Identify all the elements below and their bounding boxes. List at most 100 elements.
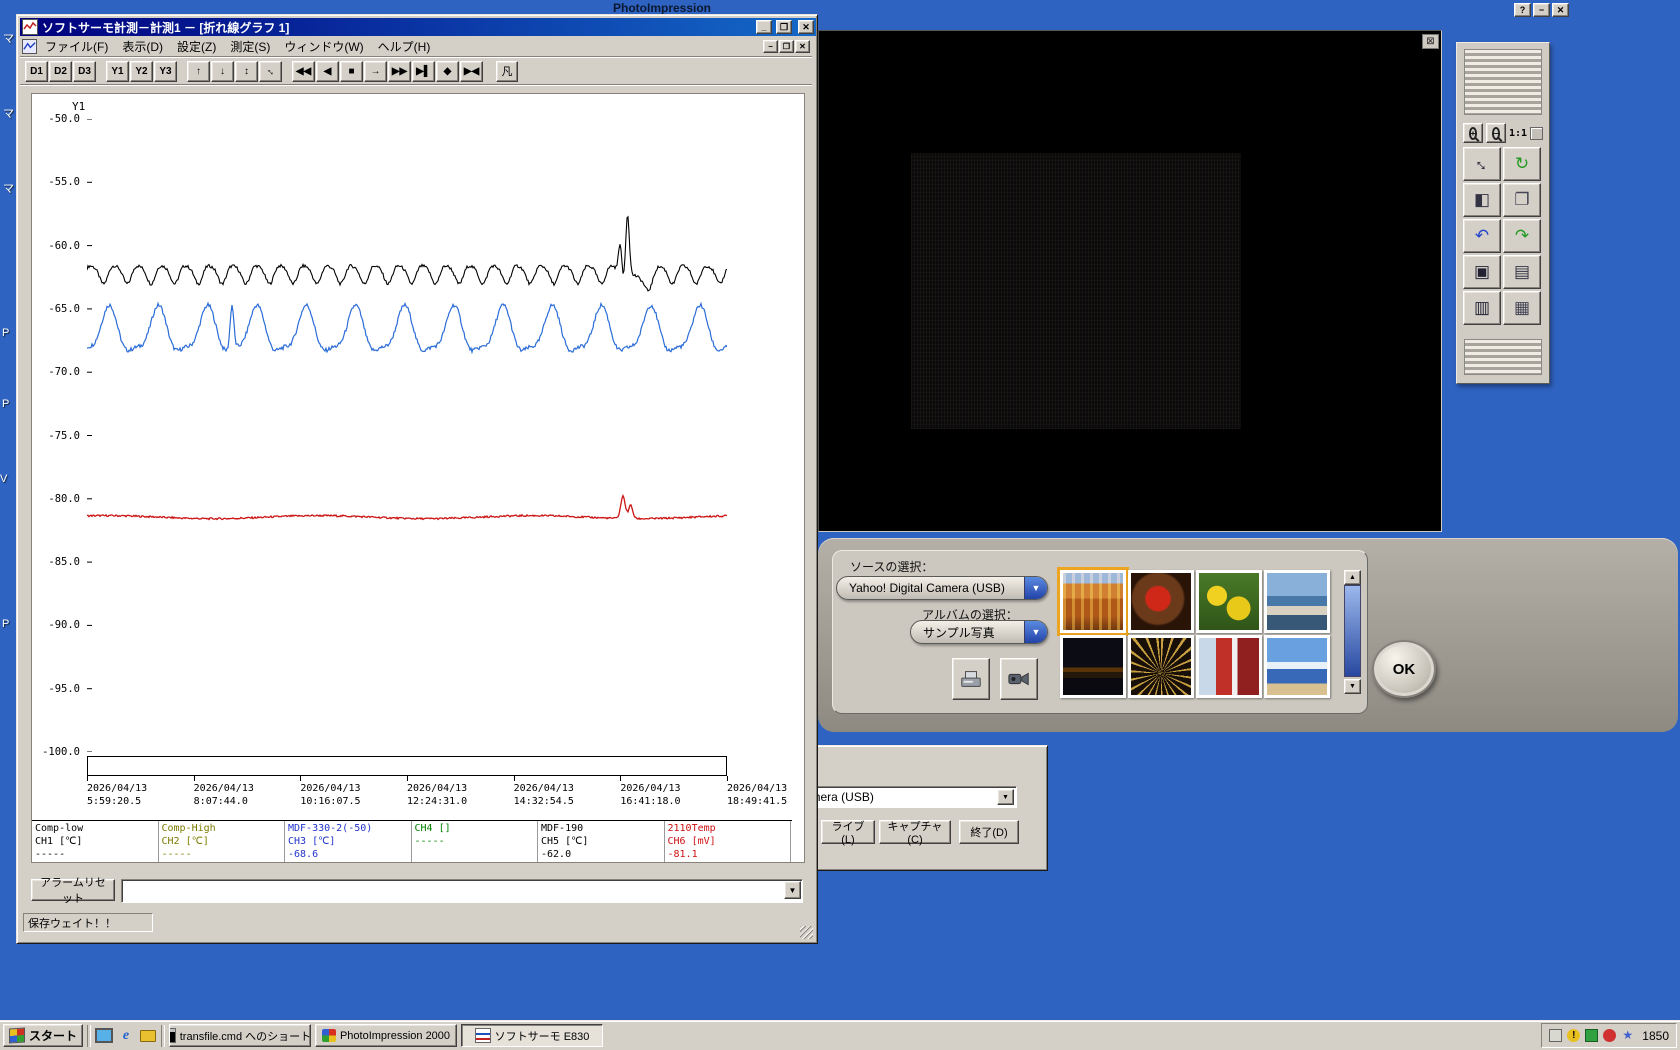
internet-explorer-icon[interactable]	[117, 1027, 135, 1045]
toolbar-d2-button[interactable]: D2	[49, 60, 72, 82]
channel-legend-table: Comp-low CH1 [℃] ----- Comp-High CH2 [℃] ---…	[32, 820, 792, 862]
restore-button[interactable]: ❐	[776, 20, 792, 34]
chevron-down-icon[interactable]: ▼	[784, 881, 801, 899]
thumbnail-yellow-flowers[interactable]	[1196, 570, 1262, 633]
pan-down-button[interactable]: ↓	[211, 60, 234, 82]
chevron-down-icon[interactable]: ▼	[997, 789, 1014, 805]
album-select-dropdown[interactable]: サンプル写真 ▼	[910, 620, 1048, 644]
scanner-source-button[interactable]	[952, 658, 990, 700]
thumbnail-rock-spires[interactable]	[1057, 567, 1129, 636]
toolbar-y3-button[interactable]: Y3	[154, 60, 177, 82]
show-desktop-icon[interactable]	[95, 1027, 114, 1045]
x-tick-time: 8:07:44.0	[193, 796, 248, 807]
close-button[interactable]: ✕	[1552, 3, 1569, 17]
thumbnail-night-city[interactable]	[1060, 635, 1126, 698]
scroll-up-button[interactable]: ▲	[1344, 570, 1361, 585]
toolbar-d1-button[interactable]: D1	[25, 60, 48, 82]
undo-button[interactable]: ↶	[1463, 219, 1501, 253]
menu-settings[interactable]: 設定(Z)	[170, 36, 223, 57]
palette-grip[interactable]	[1464, 49, 1542, 115]
toolbar-d3-button[interactable]: D3	[73, 60, 96, 82]
help-button[interactable]: ?	[1514, 3, 1531, 17]
task-button-cmd[interactable]: transfile.cmd へのショート...	[169, 1024, 312, 1047]
photoimpression-title-fragment: PhotoImpression	[613, 1, 712, 14]
chevron-down-icon[interactable]: ▼	[1024, 577, 1047, 599]
source-select-dropdown[interactable]: Yahoo! Digital Camera (USB) ▼	[836, 576, 1048, 600]
menu-file[interactable]: ファイル(F)	[38, 36, 115, 57]
mdi-close-button[interactable]: ✕	[795, 40, 810, 53]
rotate-button[interactable]: ↻	[1503, 147, 1541, 181]
x-tick-label: 2026/04/13 16:41:18.0	[620, 776, 710, 808]
menu-window[interactable]: ウィンドウ(W)	[277, 36, 370, 57]
flip-horizontal-button[interactable]: ◧	[1463, 183, 1501, 217]
new-window-button[interactable]: ❐	[1503, 183, 1541, 217]
album-select-value: サンプル写真	[923, 625, 995, 640]
fit-window-icon[interactable]	[1530, 126, 1543, 140]
toolbar-y2-button[interactable]: Y2	[130, 60, 153, 82]
desktop-icon-label-fragment: マ	[3, 108, 14, 120]
capture-button[interactable]: キャプチャ(C)	[879, 820, 951, 846]
fast-forward-button[interactable]: ▶▶	[388, 60, 411, 82]
redo-button[interactable]: ↷	[1503, 219, 1541, 253]
close-button[interactable]: ✕	[798, 20, 814, 34]
minimize-button[interactable]: _	[756, 20, 772, 34]
task-button-thermo[interactable]: ソフトサーモ E830	[461, 1024, 604, 1047]
alarm-reset-button[interactable]: アラームリセット	[31, 877, 115, 905]
network-tray-icon[interactable]	[1585, 1029, 1599, 1042]
mdi-minimize-button[interactable]: −	[763, 40, 778, 53]
legend-toggle-button[interactable]: 凡	[496, 60, 518, 82]
paste-button[interactable]: ▤	[1503, 255, 1541, 289]
skip-end-button[interactable]: ▶▌	[412, 60, 435, 82]
thumbnail-lighthouse-ship[interactable]	[1196, 635, 1262, 698]
task-button-photo[interactable]: PhotoImpression 2000	[315, 1024, 458, 1047]
minimize-button[interactable]: −	[1533, 3, 1550, 17]
x-tick-label: 2026/04/13 18:49:41.5	[727, 776, 804, 808]
rewind-button[interactable]: ◀◀	[292, 60, 315, 82]
thumbnail-coastal-beach[interactable]	[1264, 635, 1330, 698]
mail-icon[interactable]	[139, 1027, 157, 1045]
exit-button[interactable]: 終了(D)	[959, 820, 1019, 844]
printer-tray-icon[interactable]	[1549, 1029, 1563, 1042]
thumbnail-harbor-boats[interactable]	[1264, 570, 1330, 633]
ok-button[interactable]: OK	[1372, 640, 1436, 698]
zoom-in-button[interactable]: +	[1463, 123, 1483, 143]
preview-close-icon[interactable]: ⊠	[1422, 34, 1439, 49]
warning-tray-icon[interactable]	[1567, 1029, 1581, 1042]
app-icon	[22, 19, 38, 35]
stop-button[interactable]: ■	[340, 60, 363, 82]
line-chart-panel: Y1 -50.0 -55.0 -60.0 -65.0 -70.0 -75.0 -80.0 -8…	[31, 93, 805, 863]
mdi-restore-button[interactable]: ❐	[779, 40, 794, 53]
print-button[interactable]: ▥	[1463, 291, 1501, 325]
copy-button[interactable]: ▣	[1463, 255, 1501, 289]
thumbnail-cardinal-bird[interactable]	[1128, 570, 1194, 633]
grid-view-button[interactable]: ▦	[1503, 291, 1541, 325]
marker-button[interactable]: ◆	[436, 60, 459, 82]
play-button[interactable]: →	[364, 60, 387, 82]
toolbar-y1-button[interactable]: Y1	[106, 60, 129, 82]
menu-measure[interactable]: 測定(S)	[223, 36, 277, 57]
chevron-down-icon[interactable]: ▼	[1024, 621, 1047, 643]
pan-up-button[interactable]: ↑	[187, 60, 210, 82]
scrollbar-track[interactable]	[1344, 585, 1361, 677]
x-range-overview-bar[interactable]	[87, 756, 727, 776]
antivirus-tray-icon[interactable]	[1603, 1029, 1617, 1042]
skip-start-button[interactable]: ▶◀	[460, 60, 483, 82]
start-button[interactable]: スタート	[3, 1024, 84, 1047]
fit-diagonal-button[interactable]: ↔	[259, 60, 282, 82]
resize-grip[interactable]	[800, 926, 813, 939]
menu-view[interactable]: 表示(D)	[115, 36, 170, 57]
fit-vertical-button[interactable]: ↕	[235, 60, 258, 82]
menu-help[interactable]: ヘルプ(H)	[371, 36, 438, 57]
palette-grip[interactable]	[1464, 339, 1542, 375]
step-back-button[interactable]: ◀	[316, 60, 339, 82]
zoom-out-button[interactable]: −	[1486, 123, 1506, 143]
fit-window-button[interactable]: ↔	[1463, 147, 1501, 181]
mdi-child-icon[interactable]	[22, 39, 37, 54]
scroll-down-button[interactable]: ▼	[1344, 679, 1361, 694]
favorites-tray-icon[interactable]	[1621, 1029, 1634, 1042]
thumbnail-fiber-optic-lights[interactable]	[1128, 635, 1194, 698]
video-camera-source-button[interactable]	[1000, 658, 1038, 700]
title-bar[interactable]: ソフトサーモ計測－計測1 － [折れ線グラフ 1] _ ❐ ✕	[20, 18, 816, 36]
live-button[interactable]: ライブ(L)	[821, 820, 875, 846]
alarm-combobox[interactable]: ▼	[121, 879, 803, 903]
